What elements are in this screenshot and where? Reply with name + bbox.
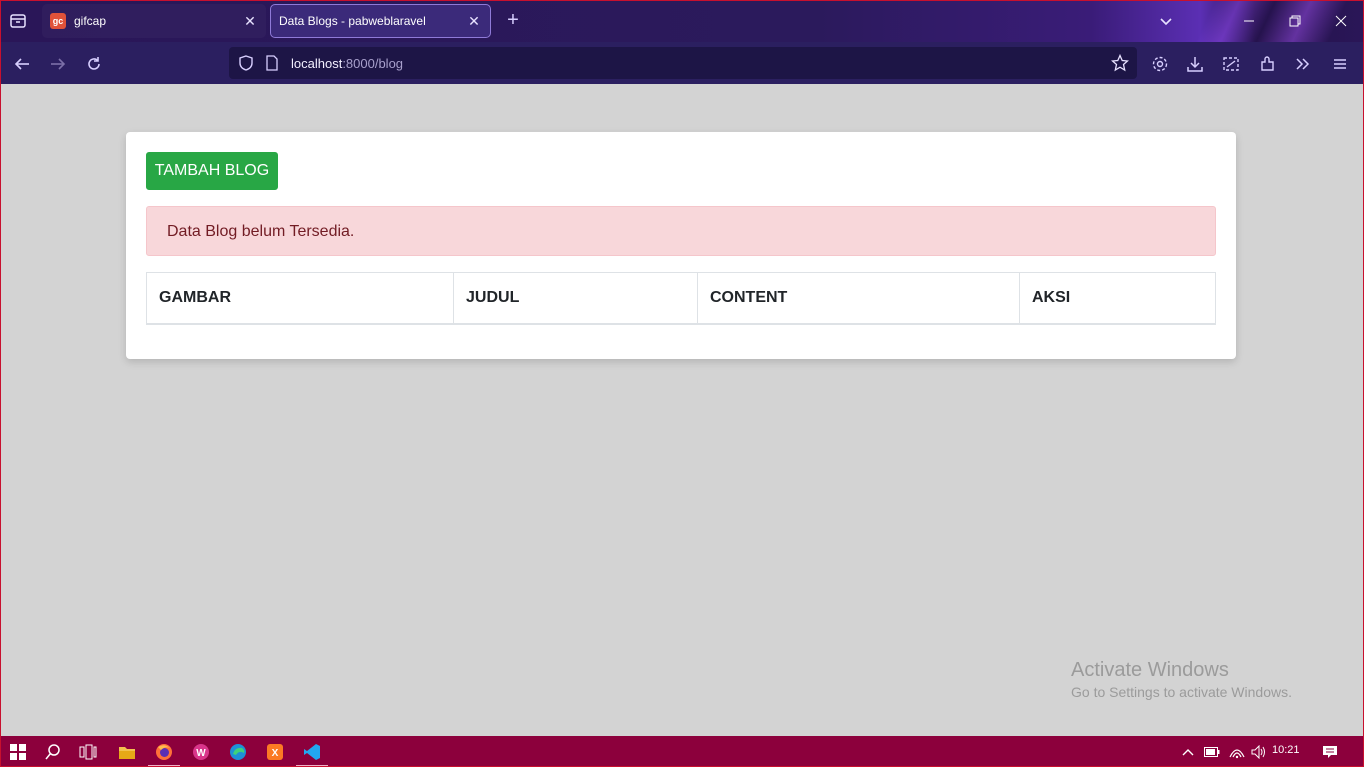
watermark-title: Activate Windows bbox=[1071, 659, 1229, 681]
watermark-subtitle: Go to Settings to activate Windows. bbox=[1071, 684, 1292, 700]
activate-windows-watermark: Activate Windows Go to Settings to activ… bbox=[1071, 659, 1292, 700]
tab-gifcap[interactable]: gc gifcap ✕ bbox=[42, 4, 266, 38]
url-host: localhost bbox=[291, 56, 343, 71]
blog-table: GAMBAR JUDUL CONTENT AKSI bbox=[146, 272, 1216, 325]
chevron-down-icon[interactable] bbox=[1156, 11, 1176, 31]
page-icon[interactable] bbox=[265, 55, 279, 76]
address-bar[interactable]: localhost:8000/blog bbox=[229, 47, 1137, 79]
window-frame bbox=[0, 0, 1364, 767]
volume-icon[interactable] bbox=[1250, 736, 1268, 767]
url-text[interactable]: localhost:8000/blog bbox=[291, 56, 403, 71]
wifi-icon[interactable] bbox=[1228, 736, 1246, 767]
minimize-icon[interactable] bbox=[1226, 0, 1272, 42]
download-icon[interactable] bbox=[1184, 53, 1206, 75]
notification-center-icon[interactable] bbox=[1320, 736, 1340, 767]
vscode-icon[interactable] bbox=[294, 736, 330, 767]
tab-data-blogs[interactable]: Data Blogs - pabweblaravel ✕ bbox=[270, 4, 491, 38]
tab-title: gifcap bbox=[74, 14, 107, 28]
task-view-icon[interactable] bbox=[70, 736, 106, 767]
forward-arrow-icon[interactable] bbox=[47, 53, 69, 75]
tab-list-icon[interactable] bbox=[8, 11, 28, 31]
restore-icon[interactable] bbox=[1272, 0, 1318, 42]
svg-text:W: W bbox=[196, 748, 206, 759]
settings-gear-icon[interactable] bbox=[1149, 53, 1171, 75]
column-header-aksi: AKSI bbox=[1019, 272, 1216, 325]
close-tab-icon[interactable]: ✕ bbox=[466, 13, 482, 29]
gifcap-favicon-icon: gc bbox=[50, 13, 66, 29]
taskbar-clock[interactable]: 10:21 bbox=[1272, 744, 1300, 756]
tambah-blog-button[interactable]: TAMBAH BLOG bbox=[146, 152, 278, 190]
bookmark-star-icon[interactable] bbox=[1110, 53, 1130, 77]
xampp-icon[interactable]: X bbox=[257, 736, 293, 767]
table-header-row: GAMBAR JUDUL CONTENT AKSI bbox=[146, 272, 1216, 325]
overflow-chevrons-icon[interactable] bbox=[1292, 53, 1314, 75]
file-explorer-icon[interactable] bbox=[109, 736, 145, 767]
hamburger-menu-icon[interactable] bbox=[1329, 53, 1351, 75]
screenshot-icon[interactable] bbox=[1220, 53, 1242, 75]
tab-bar: gc gifcap ✕ Data Blogs - pabweblaravel ✕… bbox=[0, 0, 1364, 42]
close-tab-icon[interactable]: ✕ bbox=[242, 13, 258, 29]
new-tab-icon[interactable]: + bbox=[503, 10, 523, 31]
svg-text:X: X bbox=[272, 748, 279, 759]
blog-card: TAMBAH BLOG Data Blog belum Tersedia. GA… bbox=[126, 132, 1236, 359]
shield-icon[interactable] bbox=[237, 54, 255, 77]
url-path: :8000/blog bbox=[342, 56, 404, 71]
tab-title: Data Blogs - pabweblaravel bbox=[279, 14, 426, 28]
extensions-icon[interactable] bbox=[1257, 53, 1279, 75]
column-header-gambar: GAMBAR bbox=[146, 272, 454, 325]
close-window-icon[interactable] bbox=[1318, 0, 1364, 42]
column-header-judul: JUDUL bbox=[453, 272, 698, 325]
empty-data-alert: Data Blog belum Tersedia. bbox=[146, 206, 1216, 256]
windows-taskbar: W X 10:21 bbox=[0, 736, 1364, 767]
navigation-bar: localhost:8000/blog bbox=[0, 42, 1364, 84]
wps-office-icon[interactable]: W bbox=[183, 736, 219, 767]
battery-icon[interactable] bbox=[1203, 736, 1221, 767]
search-icon[interactable] bbox=[35, 736, 71, 767]
firefox-icon[interactable] bbox=[146, 736, 182, 767]
tray-chevron-up-icon[interactable] bbox=[1180, 736, 1196, 767]
column-header-content: CONTENT bbox=[697, 272, 1020, 325]
windows-start-icon[interactable] bbox=[0, 736, 36, 767]
edge-icon[interactable] bbox=[220, 736, 256, 767]
reload-icon[interactable] bbox=[83, 53, 105, 75]
back-arrow-icon[interactable] bbox=[11, 53, 33, 75]
